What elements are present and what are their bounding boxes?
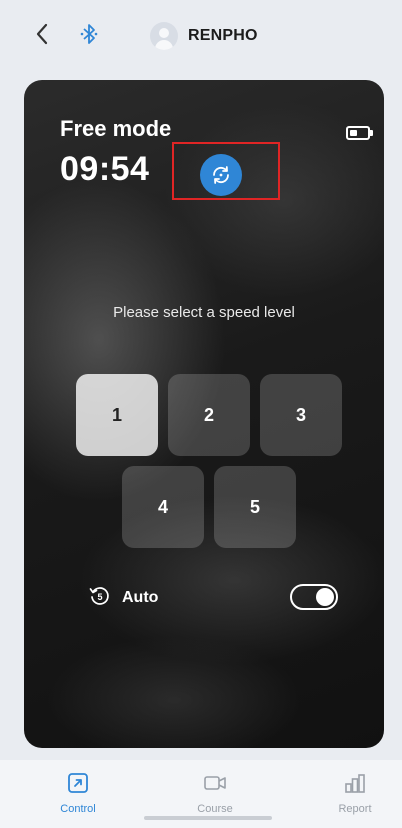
tab-control[interactable]: Control bbox=[38, 772, 118, 815]
speed-level-5-button[interactable]: 5 bbox=[214, 466, 296, 548]
toggle-knob bbox=[316, 588, 334, 606]
home-indicator bbox=[144, 816, 272, 820]
device-brand: RENPHO bbox=[150, 20, 258, 52]
auto-toggle[interactable] bbox=[290, 584, 338, 610]
auto-mode: 5 Auto bbox=[88, 584, 158, 612]
speed-level-2-button[interactable]: 2 bbox=[168, 374, 250, 456]
svg-text:5: 5 bbox=[97, 592, 102, 602]
battery-icon bbox=[346, 126, 373, 140]
speed-prompt: Please select a speed level bbox=[113, 304, 295, 321]
sync-icon[interactable] bbox=[200, 154, 242, 196]
bar-chart-icon bbox=[343, 772, 367, 799]
speed-level-3-button[interactable]: 3 bbox=[260, 374, 342, 456]
tab-report-label: Report bbox=[338, 803, 372, 815]
tab-report[interactable]: Report bbox=[315, 772, 395, 815]
back-chevron-icon[interactable] bbox=[30, 20, 54, 48]
tab-course[interactable]: Course bbox=[175, 772, 255, 815]
speed-level-1-button[interactable]: 1 bbox=[76, 374, 158, 456]
control-card: Free mode 09:54 Please select a speed le… bbox=[24, 80, 384, 748]
top-bar: RENPHO bbox=[0, 0, 402, 72]
mode-title: Free mode bbox=[60, 116, 172, 141]
session-timer: 09:54 bbox=[60, 150, 150, 188]
video-icon bbox=[203, 772, 227, 799]
tab-control-label: Control bbox=[60, 803, 96, 815]
auto-label: Auto bbox=[122, 589, 159, 606]
tab-course-label: Course bbox=[197, 803, 233, 815]
brand-name: RENPHO bbox=[188, 27, 258, 44]
app-frame: RENPHO Free mode 09:54 Please select a s… bbox=[0, 0, 402, 828]
bluetooth-icon[interactable] bbox=[76, 20, 102, 48]
control-icon bbox=[67, 772, 89, 799]
auto-timer-icon: 5 bbox=[88, 584, 112, 613]
device-avatar-icon bbox=[150, 22, 178, 50]
speed-level-4-button[interactable]: 4 bbox=[122, 466, 204, 548]
